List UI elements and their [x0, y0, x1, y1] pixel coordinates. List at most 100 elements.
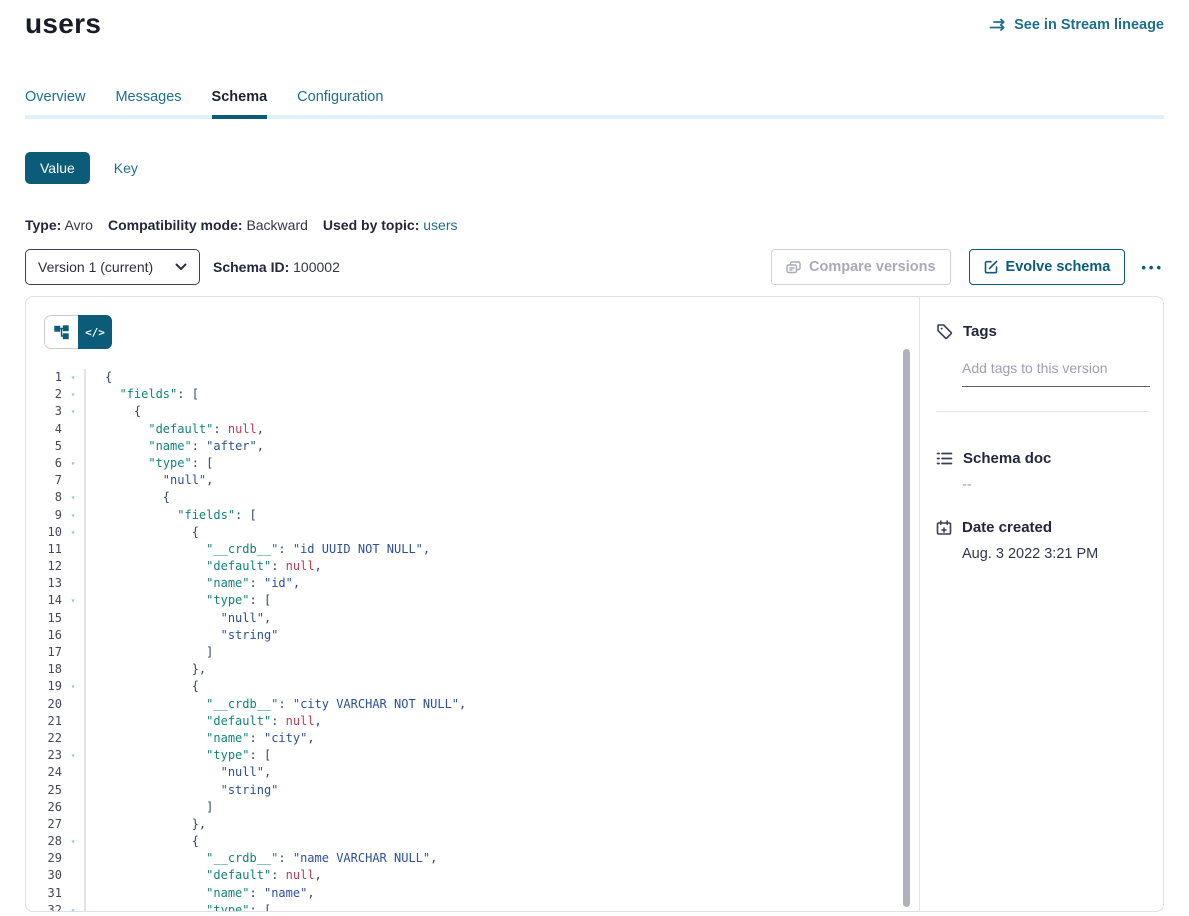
- version-select[interactable]: Version 1 (current): [25, 249, 200, 285]
- code-text: {: [84, 678, 919, 695]
- see-in-stream-lineage-link[interactable]: See in Stream lineage: [989, 17, 1164, 33]
- fold-toggle-icon[interactable]: ▾: [62, 524, 84, 541]
- line-number: 12: [26, 558, 62, 575]
- code-line: 28▾ {: [26, 833, 919, 850]
- type-value: Avro: [64, 217, 93, 233]
- fold-toggle-icon[interactable]: ▾: [62, 592, 84, 609]
- code-text: "name": "after",: [84, 438, 919, 455]
- value-toggle-button[interactable]: Value: [25, 152, 90, 184]
- schema-meta-row: Type: Avro Compatibility mode: Backward …: [25, 217, 1164, 233]
- version-select-value: Version 1 (current): [38, 259, 153, 275]
- schema-code-pane: </> 1▾{2▾ "fields": [3▾ {4 "default": nu…: [26, 297, 919, 911]
- fold-toggle-icon[interactable]: ▾: [62, 403, 84, 420]
- calendar-plus-icon: [936, 520, 952, 536]
- code-text: "default": null,: [84, 421, 919, 438]
- code-text: "string": [84, 627, 919, 644]
- fold-toggle-icon[interactable]: ▾: [62, 833, 84, 850]
- date-created-section-header: Date created: [936, 519, 1149, 536]
- evolve-schema-button[interactable]: Evolve schema: [969, 249, 1126, 285]
- code-lines: 1▾{2▾ "fields": [3▾ {4 "default": null,5…: [26, 369, 919, 911]
- code-view-button[interactable]: </>: [78, 315, 112, 349]
- schema-id-value: 100002: [293, 259, 340, 275]
- key-toggle-button[interactable]: Key: [114, 160, 138, 176]
- line-number: 27: [26, 816, 62, 833]
- code-text: "name": "city",: [84, 730, 919, 747]
- code-text: "default": null,: [84, 713, 919, 730]
- code-text: "name": "id",: [84, 575, 919, 592]
- tab-schema[interactable]: Schema: [212, 89, 268, 119]
- line-number: 3: [26, 403, 62, 420]
- compare-versions-button[interactable]: Compare versions: [771, 249, 951, 285]
- line-number: 29: [26, 850, 62, 867]
- line-number: 1: [26, 369, 62, 386]
- used-by-topic-link[interactable]: users: [423, 217, 457, 233]
- fold-spacer: [62, 782, 84, 799]
- line-number: 25: [26, 782, 62, 799]
- fold-toggle-icon[interactable]: ▾: [62, 902, 84, 911]
- tab-configuration[interactable]: Configuration: [297, 89, 383, 119]
- code-line: 26 ]: [26, 799, 919, 816]
- fold-toggle-icon[interactable]: ▾: [62, 455, 84, 472]
- line-number: 30: [26, 867, 62, 884]
- line-number: 4: [26, 421, 62, 438]
- line-number: 11: [26, 541, 62, 558]
- code-text: ]: [84, 644, 919, 661]
- line-number: 18: [26, 661, 62, 678]
- line-number: 10: [26, 524, 62, 541]
- fold-spacer: [62, 421, 84, 438]
- line-number: 8: [26, 489, 62, 506]
- code-text: {: [84, 403, 919, 420]
- code-line: 14▾ "type": [: [26, 592, 919, 609]
- line-number: 28: [26, 833, 62, 850]
- fold-toggle-icon[interactable]: ▾: [62, 507, 84, 524]
- tab-overview[interactable]: Overview: [25, 89, 85, 119]
- fold-toggle-icon[interactable]: ▾: [62, 369, 84, 386]
- schema-doc-title: Schema doc: [963, 450, 1051, 467]
- code-line: 5 "name": "after",: [26, 438, 919, 455]
- tab-messages[interactable]: Messages: [115, 89, 181, 119]
- add-tags-input[interactable]: [962, 360, 1150, 387]
- used-by-topic-label: Used by topic:: [323, 217, 419, 233]
- code-line: 29 "__crdb__": "name VARCHAR NULL",: [26, 850, 919, 867]
- fold-toggle-icon[interactable]: ▾: [62, 747, 84, 764]
- tree-view-button[interactable]: [45, 316, 78, 348]
- tags-title: Tags: [963, 323, 997, 340]
- stream-lineage-icon: [989, 18, 1007, 32]
- schema-sidebar: Tags Schema doc: [919, 297, 1163, 911]
- line-number: 5: [26, 438, 62, 455]
- code-line: 18 },: [26, 661, 919, 678]
- code-text: "null",: [84, 472, 919, 489]
- code-text: "__crdb__": "name VARCHAR NULL",: [84, 850, 919, 867]
- date-created-value: Aug. 3 2022 3:21 PM: [962, 546, 1149, 562]
- code-text: {: [84, 489, 919, 506]
- code-text: "name": "name",: [84, 885, 919, 902]
- sidebar-divider: [936, 411, 1149, 412]
- schema-id-label: Schema ID:: [213, 259, 289, 275]
- line-number: 15: [26, 610, 62, 627]
- view-mode-toggle: </>: [44, 315, 112, 349]
- date-created-title: Date created: [962, 519, 1052, 536]
- more-actions-button[interactable]: •••: [1141, 256, 1164, 279]
- code-text: "null",: [84, 764, 919, 781]
- edit-icon: [984, 260, 998, 274]
- fold-toggle-icon[interactable]: ▾: [62, 386, 84, 403]
- fold-spacer: [62, 730, 84, 747]
- code-text: "__crdb__": "city VARCHAR NOT NULL",: [84, 696, 919, 713]
- line-number: 14: [26, 592, 62, 609]
- code-line: 31 "name": "name",: [26, 885, 919, 902]
- code-line: 19▾ {: [26, 678, 919, 695]
- line-number: 31: [26, 885, 62, 902]
- fold-toggle-icon[interactable]: ▾: [62, 678, 84, 695]
- code-line: 9▾ "fields": [: [26, 507, 919, 524]
- code-text: },: [84, 816, 919, 833]
- line-number: 20: [26, 696, 62, 713]
- code-line: 32▾ "type": [: [26, 902, 919, 911]
- fold-toggle-icon[interactable]: ▾: [62, 489, 84, 506]
- code-editor[interactable]: 1▾{2▾ "fields": [3▾ {4 "default": null,5…: [26, 369, 919, 911]
- tab-bar: Overview Messages Schema Configuration: [25, 89, 1164, 119]
- fold-spacer: [62, 764, 84, 781]
- code-line: 4 "default": null,: [26, 421, 919, 438]
- editor-scrollbar-thumb[interactable]: [903, 349, 910, 907]
- value-key-toggle: Value Key: [25, 152, 1164, 184]
- line-number: 6: [26, 455, 62, 472]
